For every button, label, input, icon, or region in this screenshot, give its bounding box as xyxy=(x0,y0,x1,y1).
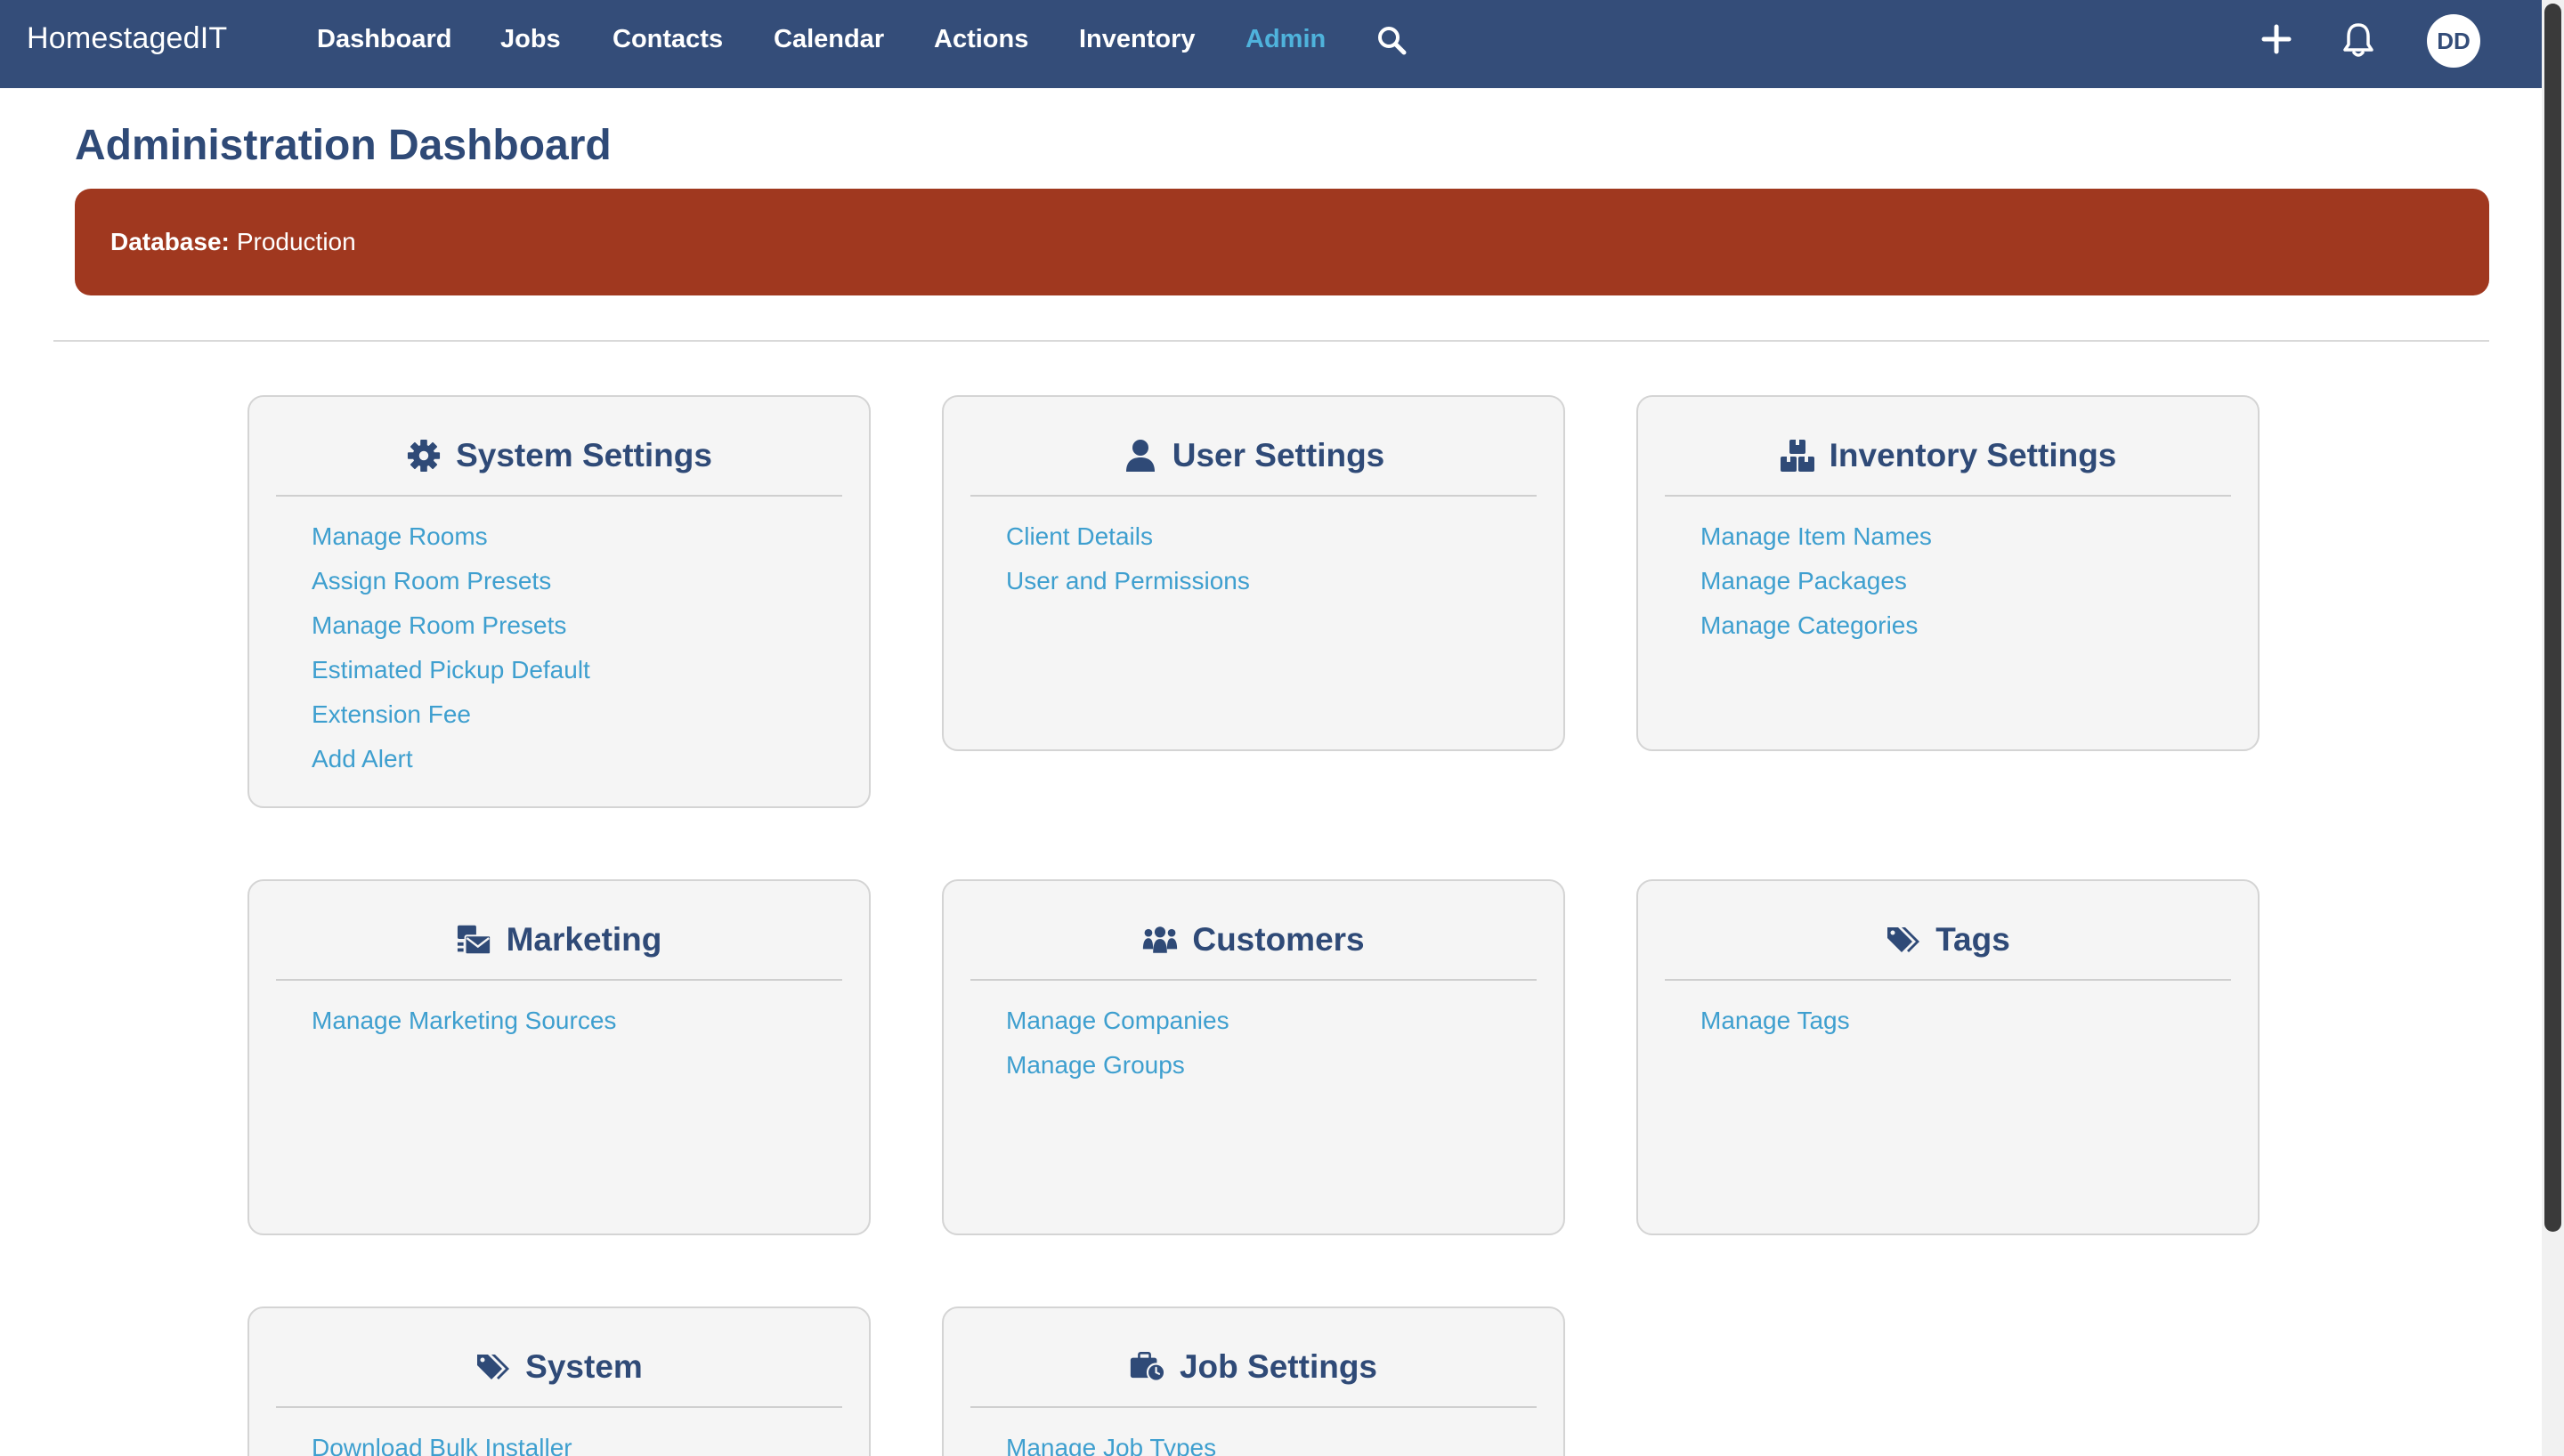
link-assign-room-presets[interactable]: Assign Room Presets xyxy=(312,559,590,603)
card-header: Job Settings xyxy=(970,1349,1537,1408)
link-client-details[interactable]: Client Details xyxy=(1006,514,1250,559)
mail-bulk-icon xyxy=(457,922,492,958)
nav-inventory[interactable]: Inventory xyxy=(1079,25,1196,54)
card-system-settings: System Settings Manage Rooms Assign Room… xyxy=(247,395,871,808)
plus-icon[interactable] xyxy=(2261,24,2292,59)
card-user-settings: User Settings Client Details User and Pe… xyxy=(942,395,1565,751)
card-inventory-settings: Inventory Settings Manage Item Names Man… xyxy=(1636,395,2260,751)
card-title: Customers xyxy=(1192,921,1365,958)
divider xyxy=(53,340,2489,342)
search-icon[interactable] xyxy=(1376,25,1407,60)
nav-actions[interactable]: Actions xyxy=(934,25,1028,54)
card-title: Inventory Settings xyxy=(1829,437,2117,473)
scrollbar-thumb[interactable] xyxy=(2544,4,2561,1232)
card-header: User Settings xyxy=(970,438,1537,497)
link-user-and-permissions[interactable]: User and Permissions xyxy=(1006,559,1250,603)
link-manage-groups[interactable]: Manage Groups xyxy=(1006,1043,1229,1088)
link-manage-companies[interactable]: Manage Companies xyxy=(1006,999,1229,1043)
link-manage-packages[interactable]: Manage Packages xyxy=(1700,559,1932,603)
card-tags: Tags Manage Tags xyxy=(1636,879,2260,1235)
boxes-icon xyxy=(1780,438,1815,473)
page-title: Administration Dashboard xyxy=(75,122,612,169)
database-label: Database: xyxy=(110,228,230,255)
nav-admin[interactable]: Admin xyxy=(1245,25,1326,54)
card-title: System xyxy=(525,1348,643,1385)
card-title: System Settings xyxy=(456,437,712,473)
card-system: System Download Bulk Installer xyxy=(247,1306,871,1456)
tags-icon xyxy=(475,1349,511,1385)
card-marketing: Marketing Manage Marketing Sources xyxy=(247,879,871,1235)
tags-icon xyxy=(1886,922,1921,958)
card-title: Tags xyxy=(1935,921,2010,958)
link-download-bulk-installer[interactable]: Download Bulk Installer xyxy=(312,1426,572,1456)
nav-dashboard[interactable]: Dashboard xyxy=(317,25,451,54)
user-icon xyxy=(1123,438,1158,473)
link-estimated-pickup-default[interactable]: Estimated Pickup Default xyxy=(312,648,590,692)
brand-logo[interactable]: HomestagedIT xyxy=(27,21,227,56)
link-manage-tags[interactable]: Manage Tags xyxy=(1700,999,1850,1043)
link-add-alert[interactable]: Add Alert xyxy=(312,737,590,781)
nav-contacts[interactable]: Contacts xyxy=(613,25,723,54)
top-navbar: HomestagedIT Dashboard Jobs Contacts Cal… xyxy=(0,0,2542,88)
card-header: Marketing xyxy=(276,922,842,981)
nav-calendar[interactable]: Calendar xyxy=(774,25,884,54)
link-manage-job-types[interactable]: Manage Job Types xyxy=(1006,1426,1216,1456)
card-header: System Settings xyxy=(276,438,842,497)
card-header: Tags xyxy=(1665,922,2231,981)
card-header: Inventory Settings xyxy=(1665,438,2231,497)
card-customers: Customers Manage Companies Manage Groups xyxy=(942,879,1565,1235)
nav-jobs[interactable]: Jobs xyxy=(500,25,561,54)
link-manage-categories[interactable]: Manage Categories xyxy=(1700,603,1932,648)
card-title: Job Settings xyxy=(1179,1348,1378,1385)
gear-icon xyxy=(406,438,442,473)
database-value: Production xyxy=(236,228,356,255)
card-header: System xyxy=(276,1349,842,1408)
card-header: Customers xyxy=(970,922,1537,981)
link-manage-marketing-sources[interactable]: Manage Marketing Sources xyxy=(312,999,616,1043)
link-extension-fee[interactable]: Extension Fee xyxy=(312,692,590,737)
card-title: User Settings xyxy=(1172,437,1385,473)
database-banner: Database: Production xyxy=(75,189,2489,295)
link-manage-rooms[interactable]: Manage Rooms xyxy=(312,514,590,559)
card-job-settings: Job Settings Manage Job Types xyxy=(942,1306,1565,1456)
briefcase-clock-icon xyxy=(1130,1349,1165,1385)
card-title: Marketing xyxy=(506,921,662,958)
bell-icon[interactable] xyxy=(2342,21,2374,63)
avatar[interactable]: DD xyxy=(2427,14,2480,68)
link-manage-item-names[interactable]: Manage Item Names xyxy=(1700,514,1932,559)
link-manage-room-presets[interactable]: Manage Room Presets xyxy=(312,603,590,648)
users-icon xyxy=(1142,922,1178,958)
